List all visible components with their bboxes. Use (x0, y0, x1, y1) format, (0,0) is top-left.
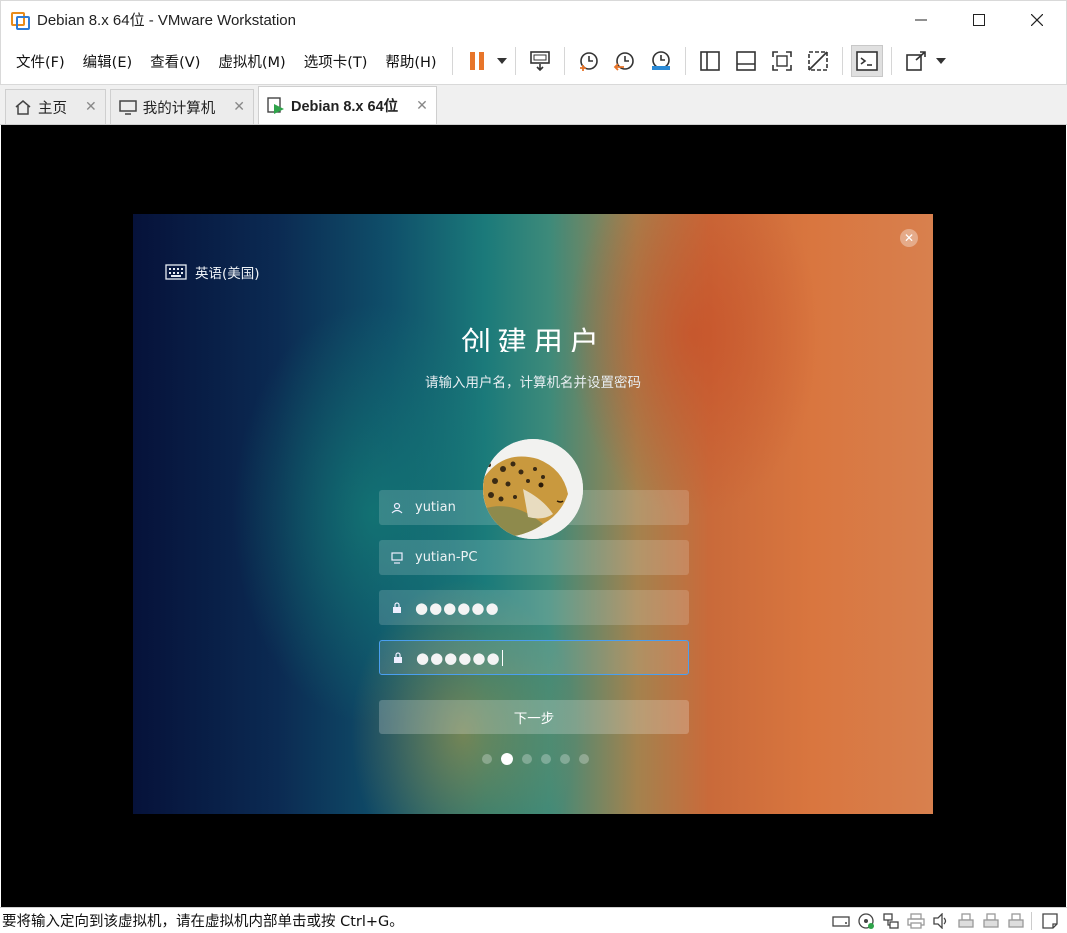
text-cursor (501, 649, 503, 666)
close-tab-icon[interactable]: ✕ (233, 99, 245, 115)
confirm-password-value: ●●●●●● (416, 648, 501, 667)
progress-dot (482, 754, 492, 764)
stretch-button[interactable] (900, 45, 932, 77)
pause-dropdown-button[interactable] (495, 45, 509, 77)
password-value: ●●●●●● (415, 598, 500, 617)
language-label: 英语(美国) (195, 266, 260, 282)
snapshot-manager-icon (651, 51, 670, 70)
installer-close-button[interactable]: ✕ (900, 229, 918, 247)
close-icon (1031, 14, 1043, 26)
close-window-button[interactable] (1008, 1, 1066, 39)
stretch-icon (905, 51, 926, 71)
toolbar-separator (451, 47, 453, 75)
tab-bar: 主页 ✕ 我的计算机 ✕ Debian 8.x 64位 ✕ (0, 84, 1067, 125)
menu-edit[interactable]: 编辑(E) (74, 51, 141, 72)
tab-my-computer[interactable]: 我的计算机 ✕ (109, 89, 254, 124)
printer-icon[interactable] (905, 911, 927, 931)
tab-home[interactable]: 主页 ✕ (5, 89, 106, 124)
tab-label: Debian 8.x 64位 (290, 99, 399, 115)
installer-screen: 英语(美国) ✕ 创建用户 请输入用户名，计算机名并设置密码 yutian yu… (133, 214, 933, 814)
close-tab-icon[interactable]: ✕ (416, 97, 428, 114)
menu-vm[interactable]: 虚拟机(M) (209, 51, 294, 72)
minimize-icon (915, 19, 927, 21)
progress-dot (522, 754, 532, 764)
chevron-down-icon (935, 58, 946, 64)
leopard-avatar-icon (483, 439, 583, 539)
progress-dot (579, 754, 589, 764)
vm-running-icon (267, 96, 285, 115)
snapshot-icon (579, 52, 598, 71)
menu-view[interactable]: 查看(V) (141, 51, 209, 72)
computer-icon (379, 551, 415, 564)
progress-indicator (482, 753, 598, 765)
menu-toolbar: 文件(F) 编辑(E) 查看(V) 虚拟机(M) 选项卡(T) 帮助(H) (0, 38, 1067, 84)
next-button[interactable]: 下一步 (379, 700, 689, 734)
tab-label: 主页 (38, 100, 67, 117)
unity-icon (807, 51, 828, 71)
menu-tabs[interactable]: 选项卡(T) (295, 51, 377, 72)
thumbnail-bar-button[interactable] (730, 45, 762, 77)
progress-dot-current (501, 753, 513, 765)
user-icon (379, 502, 415, 514)
menu-file[interactable]: 文件(F) (7, 51, 74, 72)
maximize-button[interactable] (950, 1, 1008, 39)
fullscreen-icon (771, 51, 792, 71)
tab-debian[interactable]: Debian 8.x 64位 ✕ (257, 86, 437, 124)
monitor-icon (118, 99, 137, 115)
lock-icon (380, 651, 416, 664)
vmware-logo-icon (11, 10, 31, 30)
chevron-down-icon (496, 58, 507, 64)
installer-subtitle: 请输入用户名，计算机名并设置密码 (425, 375, 641, 391)
user-avatar[interactable] (483, 439, 583, 539)
installer-title: 创建用户 (461, 326, 605, 352)
maximize-icon (973, 14, 985, 26)
keyboard-layout-selector[interactable]: 英语(美国) (165, 262, 260, 282)
minimize-button[interactable] (892, 1, 950, 39)
unity-button[interactable] (802, 45, 834, 77)
lock-icon (379, 601, 415, 614)
password-field[interactable]: ●●●●●● (379, 590, 689, 625)
status-message: 要将输入定向到该虚拟机，请在虚拟机内部单击或按 Ctrl+G。 (2, 914, 404, 930)
hostname-field[interactable]: yutian-PC (379, 540, 689, 575)
close-tab-icon[interactable]: ✕ (85, 99, 97, 115)
status-bar: 要将输入定向到该虚拟机，请在虚拟机内部单击或按 Ctrl+G。 (0, 907, 1067, 933)
snapshot-manager-button[interactable] (645, 45, 677, 77)
sound-icon[interactable] (930, 911, 952, 931)
send-ctrl-alt-del-button[interactable] (524, 45, 556, 77)
console-icon (855, 51, 878, 71)
console-view-button[interactable] (850, 45, 883, 77)
home-icon (14, 99, 32, 115)
hostname-value: yutian-PC (415, 550, 478, 565)
confirm-password-field[interactable]: ●●●●●● (379, 640, 689, 675)
close-icon: ✕ (903, 231, 915, 245)
revert-snapshot-icon (613, 52, 634, 71)
keyboard-icon (165, 264, 187, 280)
tab-label: 我的计算机 (142, 100, 216, 117)
take-snapshot-button[interactable] (573, 45, 605, 77)
show-library-button[interactable] (694, 45, 726, 77)
progress-dot (541, 754, 551, 764)
progress-dot (560, 754, 570, 764)
cd-icon[interactable] (855, 911, 877, 931)
username-value: yutian (415, 500, 456, 515)
message-icon[interactable] (1039, 911, 1061, 931)
network-icon[interactable] (880, 911, 902, 931)
usb-icon[interactable] (955, 911, 977, 931)
pause-button[interactable] (461, 45, 493, 77)
library-icon (699, 51, 720, 71)
pause-icon (469, 52, 484, 70)
menu-help[interactable]: 帮助(H) (376, 51, 445, 72)
usb-icon[interactable] (1005, 911, 1027, 931)
vm-display[interactable]: 英语(美国) ✕ 创建用户 请输入用户名，计算机名并设置密码 yutian yu… (1, 125, 1066, 907)
thumbnail-icon (735, 51, 756, 71)
usb-icon[interactable] (980, 911, 1002, 931)
send-ctrl-alt-del-icon (529, 51, 550, 72)
revert-snapshot-button[interactable] (609, 45, 641, 77)
hard-disk-icon[interactable] (830, 911, 852, 931)
window-title: Debian 8.x 64位 - VMware Workstation (37, 12, 296, 29)
stretch-dropdown-button[interactable] (934, 45, 948, 77)
fullscreen-button[interactable] (766, 45, 798, 77)
title-bar: Debian 8.x 64位 - VMware Workstation (0, 0, 1067, 38)
